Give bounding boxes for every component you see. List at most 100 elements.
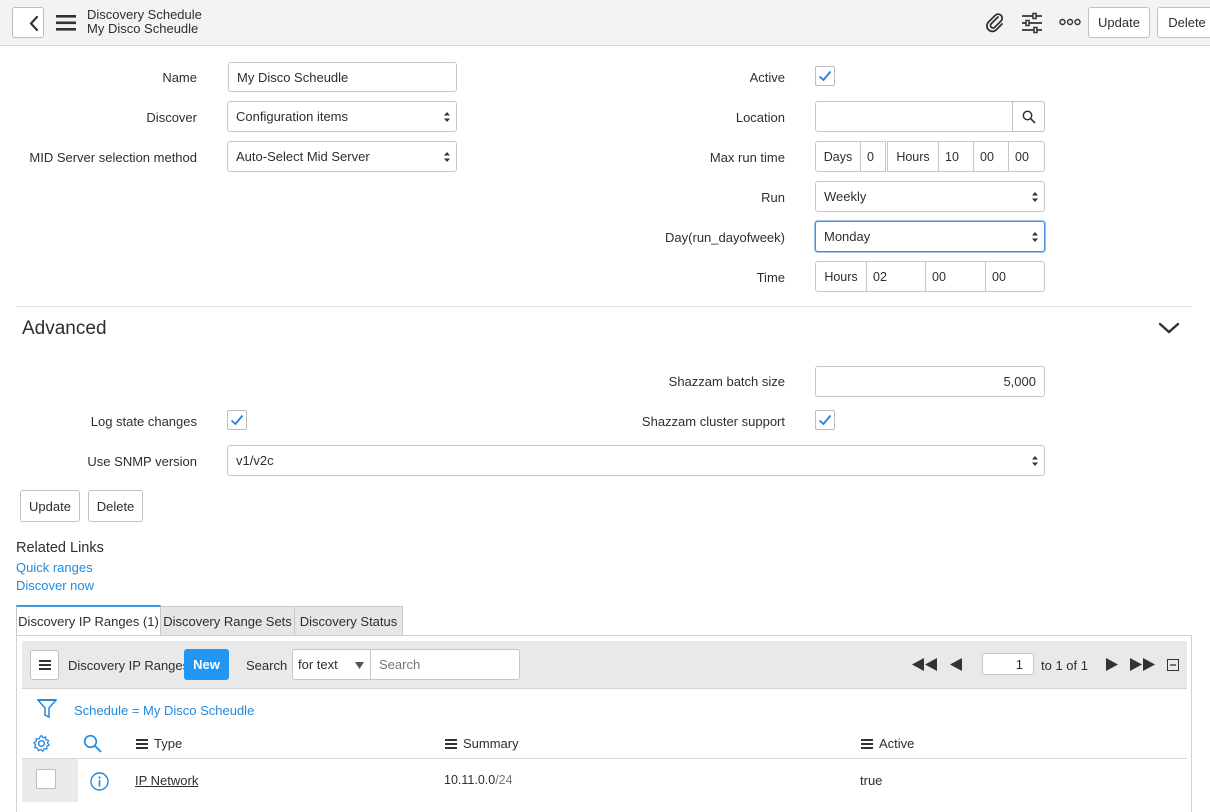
location-label: Location bbox=[735, 110, 785, 125]
search-field-value: for text bbox=[298, 657, 338, 672]
active-checkbox[interactable] bbox=[815, 66, 835, 86]
back-button[interactable] bbox=[12, 7, 44, 38]
discover-value: Configuration items bbox=[236, 109, 348, 124]
column-menu-icon bbox=[861, 738, 873, 749]
max-run-hours-field[interactable]: 10 bbox=[938, 141, 974, 172]
mid-server-label: MID Server selection method bbox=[29, 150, 197, 165]
section-divider bbox=[16, 306, 1192, 307]
max-run-minutes-field[interactable]: 00 bbox=[973, 141, 1009, 172]
mid-server-select[interactable]: Auto-Select Mid Server bbox=[227, 141, 457, 172]
day-of-week-label: Day(run_dayofweek) bbox=[665, 230, 785, 245]
list-menu-button[interactable] bbox=[30, 650, 59, 680]
page-number-input[interactable] bbox=[982, 653, 1034, 675]
select-arrows-icon bbox=[444, 111, 450, 122]
time-hours-label: Hours bbox=[815, 261, 867, 292]
hamburger-icon bbox=[38, 660, 51, 670]
header-delete-button[interactable]: Delete bbox=[1157, 7, 1210, 38]
run-select[interactable]: Weekly bbox=[815, 181, 1045, 212]
time-seconds-field[interactable]: 00 bbox=[985, 261, 1045, 292]
header-update-button[interactable]: Update bbox=[1088, 7, 1150, 38]
search-label: Search bbox=[246, 658, 288, 673]
new-button[interactable]: New bbox=[184, 649, 229, 680]
log-state-label: Log state changes bbox=[90, 414, 197, 429]
row-select-checkbox[interactable] bbox=[36, 769, 56, 789]
location-lookup-button[interactable] bbox=[1012, 101, 1045, 132]
shazzam-cluster-checkbox[interactable] bbox=[815, 410, 835, 430]
list-title: Discovery IP Ranges bbox=[68, 658, 190, 673]
menu-icon[interactable] bbox=[56, 14, 76, 32]
collapse-list-icon[interactable] bbox=[1167, 659, 1179, 671]
first-page-icon[interactable] bbox=[912, 658, 938, 671]
snmp-version-label: Use SNMP version bbox=[87, 454, 197, 469]
filter-breadcrumb[interactable]: Schedule = My Disco Scheudle bbox=[74, 703, 254, 718]
max-run-hours-label: Hours bbox=[887, 141, 939, 172]
shazzam-batch-field[interactable] bbox=[815, 366, 1045, 397]
run-label: Run bbox=[761, 190, 785, 205]
discover-select[interactable]: Configuration items bbox=[227, 101, 457, 132]
select-arrows-icon bbox=[444, 151, 450, 162]
caret-down-icon bbox=[355, 662, 364, 669]
related-links-title: Related Links bbox=[16, 540, 104, 556]
max-run-days-field[interactable]: 0 bbox=[860, 141, 886, 172]
discover-now-link[interactable]: Discover now bbox=[16, 578, 94, 593]
time-hours-field[interactable]: 02 bbox=[866, 261, 926, 292]
select-arrows-icon bbox=[1032, 231, 1038, 242]
snmp-version-select[interactable]: v1/v2c bbox=[227, 445, 1045, 476]
chevron-down-icon[interactable] bbox=[1158, 320, 1180, 336]
update-button[interactable]: Update bbox=[20, 490, 80, 522]
location-field[interactable] bbox=[815, 101, 1015, 132]
day-of-week-select[interactable]: Monday bbox=[815, 221, 1045, 252]
column-header-summary[interactable]: Summary bbox=[445, 736, 519, 751]
paperclip-icon[interactable] bbox=[984, 12, 1006, 34]
personalize-form-icon[interactable] bbox=[1021, 12, 1043, 34]
previous-page-icon[interactable] bbox=[950, 658, 962, 671]
filter-icon[interactable] bbox=[37, 698, 57, 720]
tab-discovery-range-sets[interactable]: Discovery Range Sets bbox=[160, 606, 295, 635]
run-value: Weekly bbox=[824, 189, 867, 204]
gear-icon[interactable] bbox=[32, 734, 51, 753]
column-header-type[interactable]: Type bbox=[136, 736, 182, 751]
column-menu-icon bbox=[136, 738, 148, 749]
select-arrows-icon bbox=[1032, 455, 1038, 466]
more-options-icon[interactable] bbox=[1059, 17, 1081, 27]
quick-ranges-link[interactable]: Quick ranges bbox=[16, 560, 93, 575]
day-of-week-value: Monday bbox=[824, 229, 871, 244]
checkmark-icon bbox=[818, 70, 832, 82]
tab-discovery-status[interactable]: Discovery Status bbox=[294, 606, 403, 635]
shazzam-batch-label: Shazzam batch size bbox=[668, 374, 785, 389]
chevron-left-icon bbox=[29, 15, 39, 32]
next-page-icon[interactable] bbox=[1106, 658, 1118, 671]
column-header-summary-label: Summary bbox=[463, 736, 519, 751]
info-icon[interactable] bbox=[90, 772, 109, 791]
page-count: to 1 of 1 bbox=[1041, 658, 1088, 673]
checkmark-icon bbox=[230, 414, 244, 426]
advanced-section-title: Advanced bbox=[22, 318, 107, 339]
table-row: IP Network 10.11.0.0/24 true bbox=[22, 759, 1187, 803]
delete-button[interactable]: Delete bbox=[88, 490, 143, 522]
form-table-title: Discovery Schedule bbox=[87, 7, 202, 22]
list-search-input[interactable] bbox=[370, 649, 520, 680]
time-minutes-field[interactable]: 00 bbox=[925, 261, 986, 292]
row-summary-mask: /24 bbox=[495, 773, 513, 787]
column-header-type-label: Type bbox=[154, 736, 183, 751]
search-field-select[interactable]: for text bbox=[292, 649, 371, 680]
max-run-days-label: Days bbox=[815, 141, 861, 172]
log-state-checkbox[interactable] bbox=[227, 410, 247, 430]
column-header-active[interactable]: Active bbox=[861, 736, 914, 751]
tab-discovery-ip-ranges[interactable]: Discovery IP Ranges (1) bbox=[16, 605, 161, 635]
max-run-time-label: Max run time bbox=[709, 150, 785, 165]
mid-server-value: Auto-Select Mid Server bbox=[236, 149, 370, 164]
page-title: Discovery Schedule My Disco Scheudle bbox=[87, 8, 202, 36]
form-header: Discovery Schedule My Disco Scheudle Upd… bbox=[0, 0, 1210, 46]
row-summary: 10.11.0.0/24 bbox=[444, 773, 513, 787]
name-label: Name bbox=[162, 70, 197, 85]
snmp-version-value: v1/v2c bbox=[236, 453, 274, 468]
last-page-icon[interactable] bbox=[1130, 658, 1156, 671]
search-icon[interactable] bbox=[83, 734, 102, 753]
checkmark-icon bbox=[818, 414, 832, 426]
shazzam-cluster-label: Shazzam cluster support bbox=[641, 414, 785, 429]
row-type-link[interactable]: IP Network bbox=[135, 773, 198, 788]
name-field[interactable] bbox=[228, 62, 457, 92]
max-run-seconds-field[interactable]: 00 bbox=[1008, 141, 1045, 172]
discover-label: Discover bbox=[146, 110, 197, 125]
